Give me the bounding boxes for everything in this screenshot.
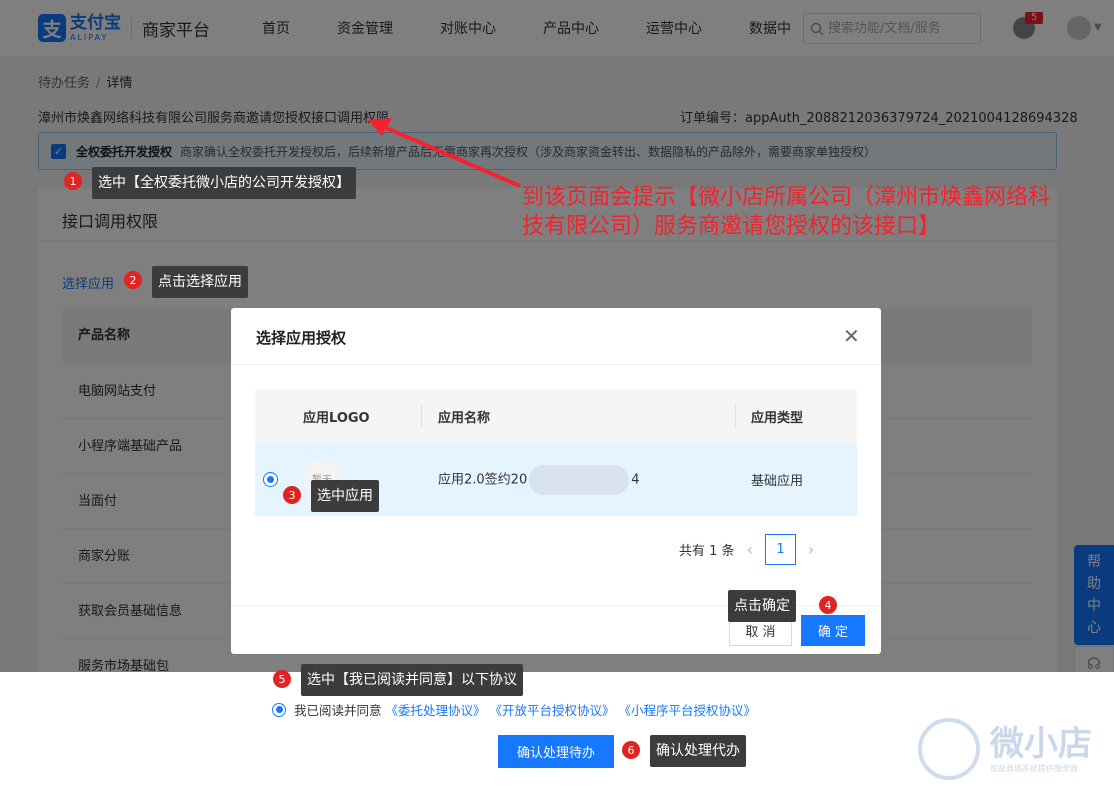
step-tip-5: 选中【我已阅读并同意】以下协议	[301, 664, 523, 696]
watermark-logo: 微小店 权益商城系统提供服务商	[918, 718, 1092, 780]
column-type: 应用类型	[751, 410, 804, 426]
redacted-blur	[529, 464, 630, 495]
divider	[231, 364, 881, 365]
instruction-note: 到该页面会提示【微小店所属公司（漳州市焕鑫网络科技有限公司）服务商邀请您授权的该…	[522, 185, 1051, 239]
agreement-link-miniprogram[interactable]: 《小程序平台授权协议》	[619, 700, 757, 719]
step-badge-3: 3	[283, 486, 301, 504]
agreement-link-open-platform[interactable]: 《开放平台授权协议》	[490, 700, 615, 719]
page-number[interactable]: 1	[764, 534, 796, 565]
modal-title: 选择应用授权	[256, 329, 347, 347]
close-icon[interactable]: ✕	[843, 324, 860, 349]
step-badge-5: 5	[273, 670, 291, 688]
step-badge-6: 6	[622, 741, 640, 759]
step-badge-2: 2	[124, 271, 142, 289]
agreement-row[interactable]: 我已阅读并同意 《委托处理协议》 《开放平台授权协议》 《小程序平台授权协议》	[272, 700, 756, 719]
column-name: 应用名称	[438, 410, 491, 426]
watermark-icon	[918, 718, 980, 780]
pagination-total: 共有 1 条	[679, 544, 735, 559]
app-table-header: 应用LOGO 应用名称 应用类型	[255, 389, 857, 443]
step-tip-2: 点击选择应用	[152, 266, 248, 298]
step-tip-4: 点击确定	[728, 590, 796, 622]
step-tip-3: 选中应用	[311, 480, 379, 512]
watermark-sub: 权益商城系统提供服务商	[990, 763, 1078, 773]
step-badge-1: 1	[64, 172, 82, 190]
confirm-todo-button[interactable]: 确认处理待办	[498, 735, 614, 768]
agreement-link-delegate[interactable]: 《委托处理协议》	[386, 700, 486, 719]
pagination: 共有 1 条 ‹ 1 ›	[679, 534, 826, 565]
ok-button[interactable]: 确 定	[801, 615, 865, 646]
watermark-name: 微小店	[990, 723, 1092, 764]
step-tip-6: 确认处理代办	[650, 735, 746, 767]
step-tip-1: 选中【全权委托微小店的公司开发授权】	[92, 167, 356, 199]
column-logo: 应用LOGO	[303, 410, 370, 426]
app-radio[interactable]	[263, 472, 278, 487]
step-badge-4: 4	[819, 596, 837, 614]
agreement-prefix: 我已阅读并同意	[294, 703, 382, 718]
chevron-left-icon[interactable]: ‹	[747, 540, 753, 559]
app-name: 应用2.0签约20 4	[438, 464, 640, 495]
agreement-radio[interactable]	[272, 702, 286, 717]
chevron-right-icon[interactable]: ›	[808, 540, 814, 559]
app-type: 基础应用	[751, 474, 804, 489]
